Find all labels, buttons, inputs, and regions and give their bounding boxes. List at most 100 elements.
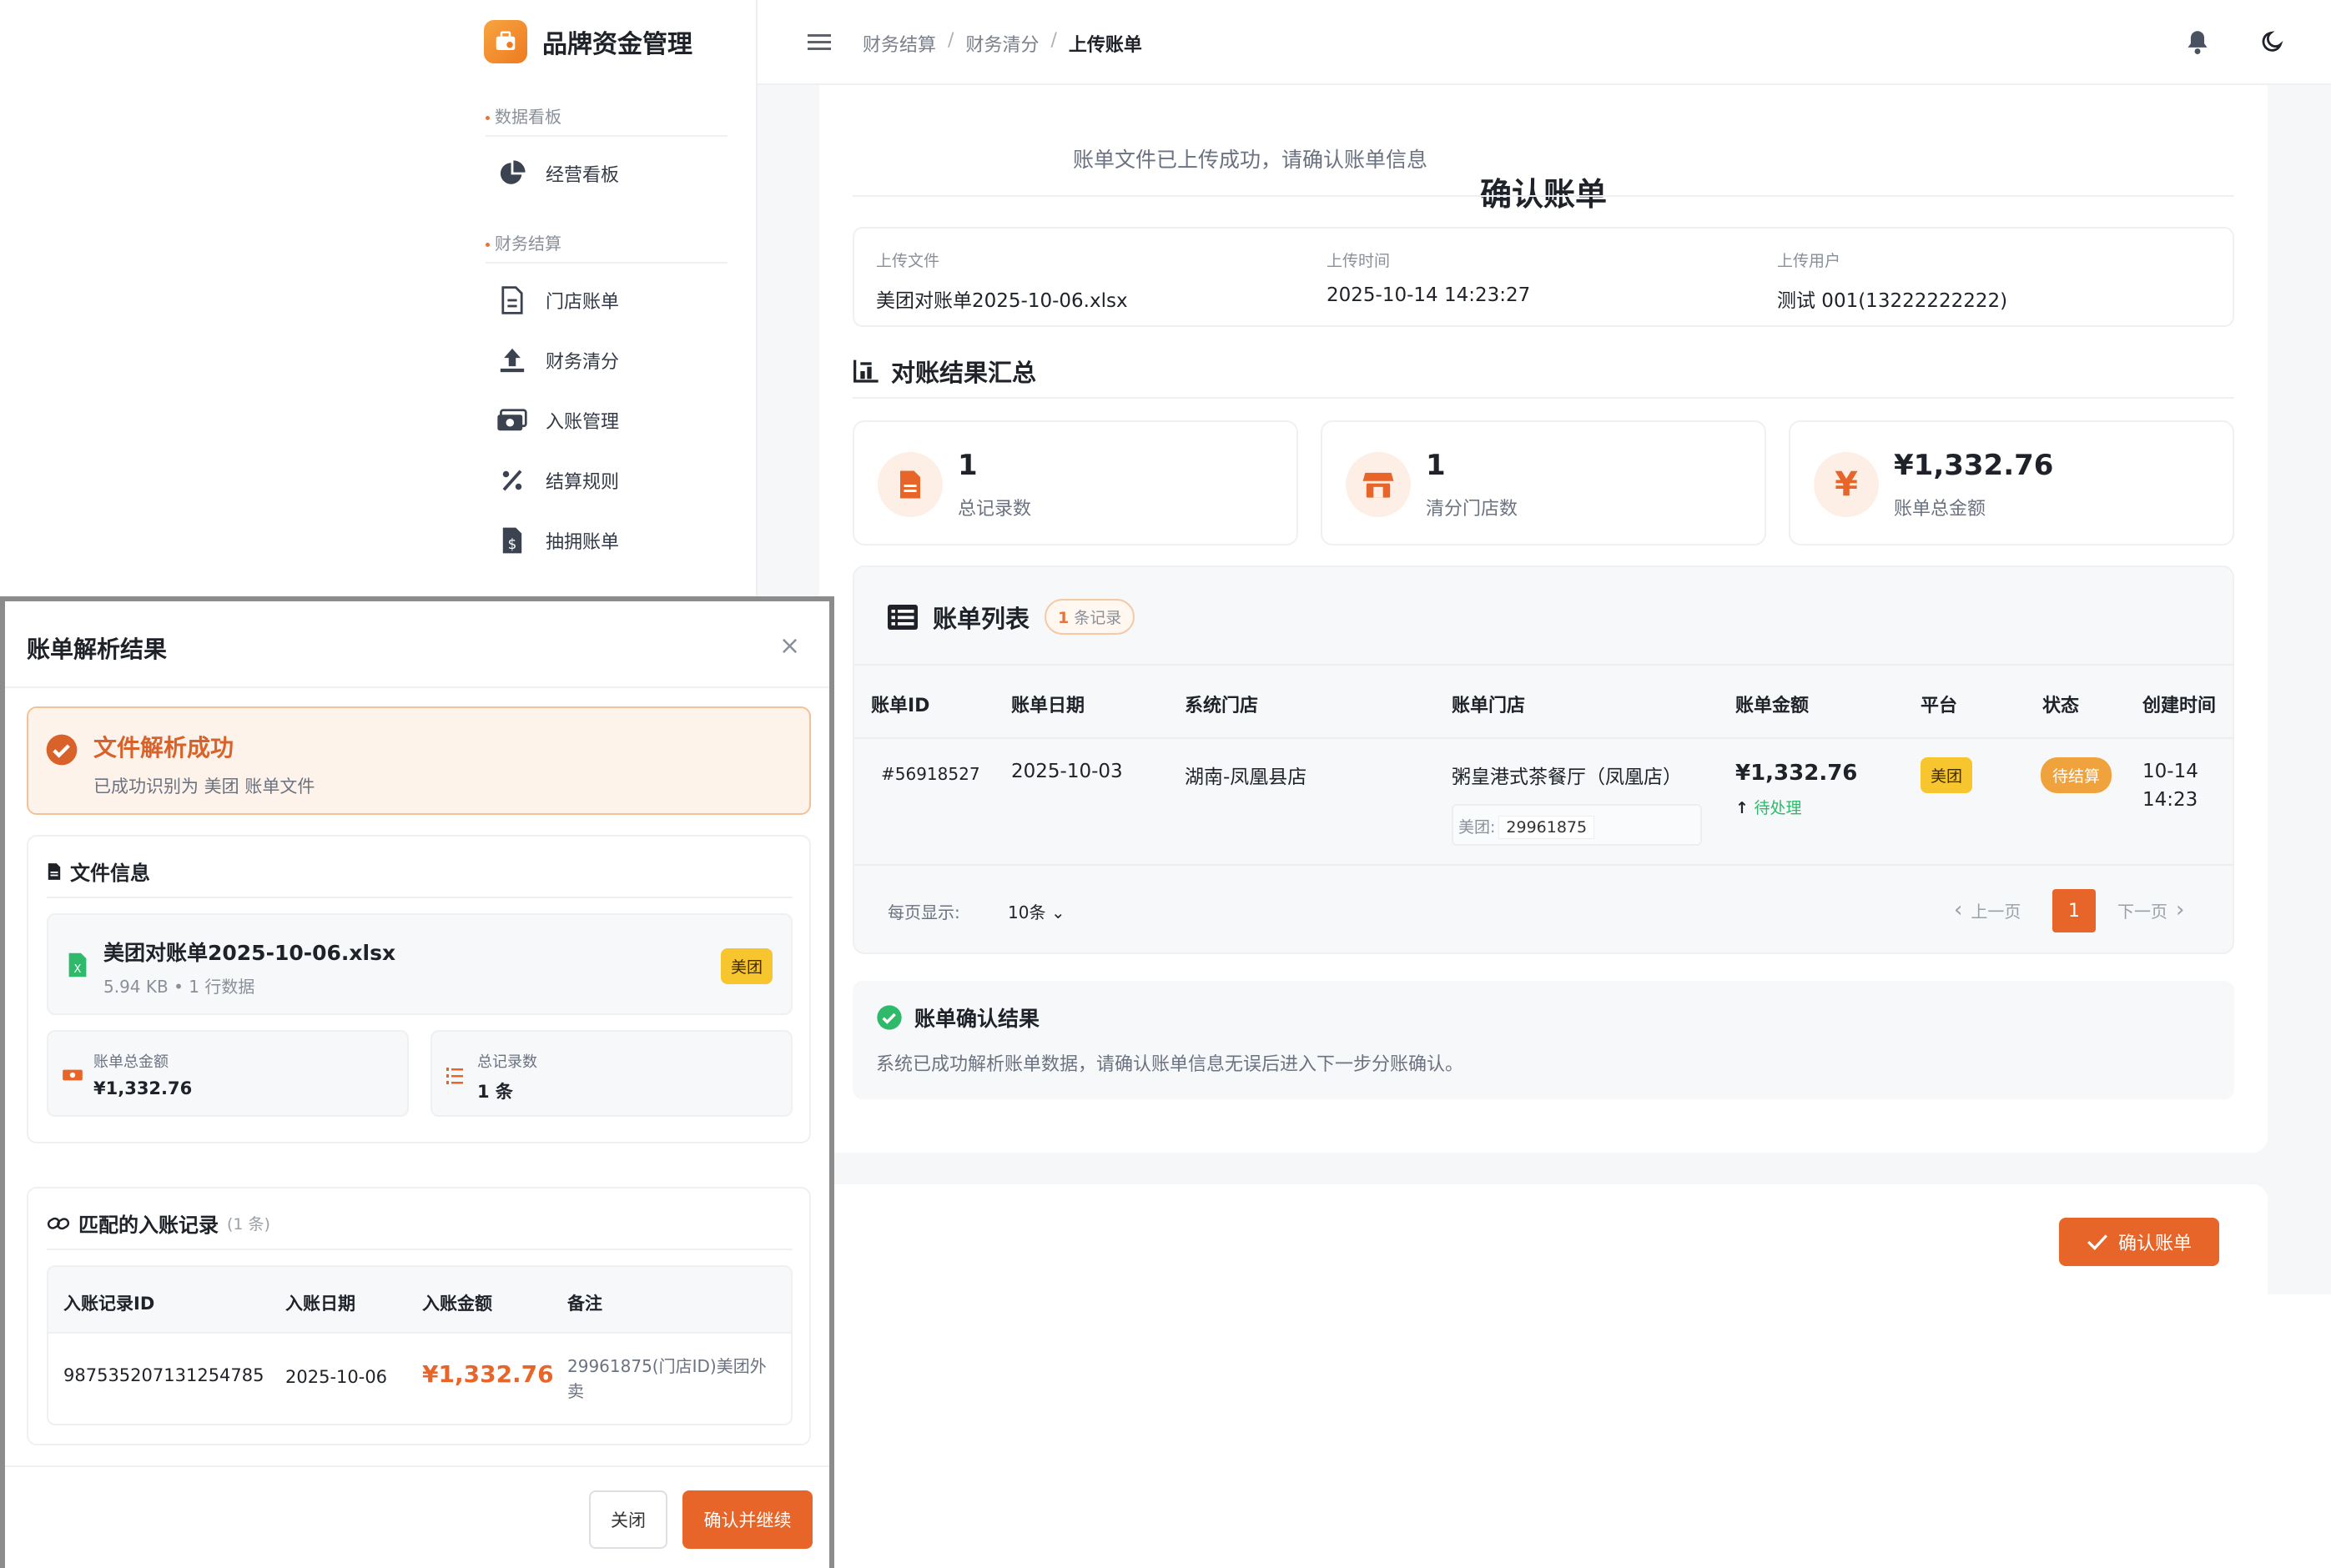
document-icon	[878, 452, 943, 517]
confirm-bill-button[interactable]: 确认账单	[2059, 1218, 2219, 1266]
success-title: 文件解析成功	[93, 734, 234, 761]
platform-tag: 美团	[1921, 757, 1973, 793]
file-name: 美团对账单2025-10-06.xlsx	[103, 941, 396, 965]
divider	[47, 897, 793, 898]
status-badge: 待结算	[2041, 757, 2112, 793]
money-icon	[494, 408, 531, 433]
store-icon	[1346, 452, 1411, 517]
link-icon	[47, 1217, 70, 1229]
brand-title: 品牌资金管理	[542, 30, 692, 59]
platform-tag: 美团	[721, 948, 773, 984]
file-info-panel: 文件信息 X 美团对账单2025-10-06.xlsx 5.94 KB • 1 …	[27, 835, 811, 1143]
stat-label: 账单总金额	[1894, 499, 1986, 520]
mini-stat-amount: 账单总金额 ¥1,332.76	[47, 1030, 409, 1117]
bottom-action-bar: 确认账单	[819, 1184, 2268, 1294]
sidebar-item-label: 财务清分	[546, 352, 620, 373]
matched-entries-title-text: 匹配的入账记录	[78, 1214, 219, 1237]
next-page-button[interactable]: 下一页 ›	[2117, 897, 2184, 922]
modal-header: 账单解析结果 ×	[5, 601, 829, 688]
prev-page-button[interactable]: ‹ 上一页	[1954, 897, 2021, 922]
sidebar-item-clearing[interactable]: 财务清分	[494, 337, 736, 384]
divider	[47, 1249, 793, 1250]
svg-text:$: $	[508, 535, 517, 552]
excel-file-icon: X	[67, 952, 88, 982]
bill-list-card: 账单列表 1 条记录 账单ID 账单日期 系统门店 账单门店 账单金额 平台 状…	[853, 565, 2234, 954]
per-page-value: 10条	[1008, 902, 1046, 922]
notification-button[interactable]	[2181, 25, 2214, 58]
check-circle-icon	[877, 1005, 902, 1030]
nav-group-finance: 财务结算	[486, 230, 561, 254]
column-header: 账单门店	[1452, 696, 1526, 716]
bill-list-title: 账单列表 1 条记录	[888, 599, 1135, 635]
platform-store-id: 美团: 29961875	[1452, 804, 1702, 846]
per-page-label: 每页显示:	[888, 902, 960, 922]
table-header: 账单ID 账单日期 系统门店 账单门店 账单金额 平台 状态 创建时间	[854, 664, 2233, 739]
column-header: 账单ID	[871, 696, 930, 716]
breadcrumb-item[interactable]: 财务结算	[863, 30, 936, 57]
stat-value: ¥1,332.76	[1894, 449, 2054, 482]
page-number-current[interactable]: 1	[2052, 889, 2096, 932]
theme-toggle-button[interactable]	[2256, 25, 2289, 58]
bill-store: 粥皇港式茶餐厅（凤凰店）	[1452, 766, 1682, 788]
invoice-icon: $	[494, 526, 531, 555]
breadcrumb-separator: /	[948, 30, 954, 51]
bill-id: #56918527	[881, 764, 980, 784]
brand[interactable]: 品牌资金管理	[484, 20, 692, 63]
check-circle-icon	[45, 733, 78, 770]
table-header: 入账记录ID 入账日期 入账金额 备注	[48, 1267, 791, 1334]
sidebar-item-rules[interactable]: 结算规则	[494, 457, 736, 504]
sidebar-item-entries[interactable]: 入账管理	[494, 397, 736, 444]
brand-logo-icon	[484, 20, 527, 63]
check-icon	[2087, 1234, 2108, 1250]
breadcrumb-separator: /	[1050, 30, 1057, 51]
stat-label: 总记录数	[958, 499, 1032, 520]
column-header: 入账记录ID	[63, 1294, 155, 1314]
confirm-result-title: 账单确认结果	[876, 1003, 1040, 1033]
sidebar: 品牌资金管理 数据看板 经营看板 财务结算 门店账单 财务清分 入账管理 结算规…	[457, 0, 758, 601]
platform-store-label: 美团:	[1458, 818, 1496, 837]
file-info-title-text: 文件信息	[70, 862, 150, 885]
file-row: X 美团对账单2025-10-06.xlsx 5.94 KB • 1 行数据 美…	[47, 913, 793, 1015]
per-page-select[interactable]: 10条 ⌄	[1008, 899, 1065, 923]
amount-status: ↑ 待处理	[1735, 796, 1802, 818]
moon-icon	[2262, 31, 2283, 52]
upload-icon	[494, 346, 531, 374]
info-label: 上传用户	[1777, 252, 1841, 270]
upload-info-panel: 上传文件 美团对账单2025-10-06.xlsx 上传时间 2025-10-1…	[853, 227, 2234, 327]
nav-group-dashboard: 数据看板	[486, 103, 561, 128]
breadcrumb-item[interactable]: 财务清分	[965, 30, 1039, 57]
upload-user-info: 上传用户 测试 001(13222222222)	[1777, 249, 2007, 313]
breadcrumb: 财务结算 / 财务清分 / 上传账单	[863, 30, 1142, 57]
sidebar-item-commission[interactable]: $ 抽拥账单	[494, 517, 736, 564]
list-ol-icon	[446, 1067, 464, 1088]
stat-value: 1	[958, 449, 978, 482]
upload-time-info: 上传时间 2025-10-14 14:23:27	[1327, 249, 1530, 306]
modal-close-button[interactable]: 关闭	[589, 1490, 667, 1549]
bill-date: 2025-10-03	[1011, 761, 1123, 782]
mini-stat-label: 账单总金额	[93, 1053, 169, 1071]
column-header: 账单金额	[1735, 696, 1810, 716]
mini-stat-value: ¥1,332.76	[93, 1078, 193, 1098]
sidebar-item-dashboard[interactable]: 经营看板	[494, 150, 736, 197]
system-store: 湖南-凤凰县店	[1185, 766, 1307, 788]
chevron-left-icon: ‹	[1954, 897, 1963, 922]
confirm-continue-button[interactable]: 确认并继续	[682, 1490, 813, 1549]
stat-card-stores: 1 清分门店数	[1321, 420, 1766, 545]
sidebar-item-store-bills[interactable]: 门店账单	[494, 277, 736, 324]
close-icon[interactable]: ×	[779, 631, 800, 661]
list-icon	[888, 604, 918, 630]
top-bar: 财务结算 / 财务清分 / 上传账单	[758, 0, 2331, 85]
bill-amount: ¥1,332.76	[1735, 761, 1858, 786]
created-time: 14:23	[2142, 789, 2198, 811]
bill-list-title-text: 账单列表	[933, 604, 1030, 633]
sidebar-item-label: 结算规则	[546, 472, 620, 493]
confirm-bill-label: 确认账单	[2117, 1234, 2192, 1254]
next-page-label: 下一页	[2117, 901, 2167, 922]
modal-title: 账单解析结果	[27, 636, 168, 663]
yen-icon: ¥	[1814, 452, 1879, 517]
info-value: 2025-10-14 14:23:27	[1327, 284, 1531, 306]
column-header: 账单日期	[1011, 696, 1085, 716]
bar-chart-icon	[853, 359, 879, 383]
summary-title-text: 对账结果汇总	[891, 359, 1037, 387]
menu-toggle-button[interactable]	[803, 25, 836, 58]
